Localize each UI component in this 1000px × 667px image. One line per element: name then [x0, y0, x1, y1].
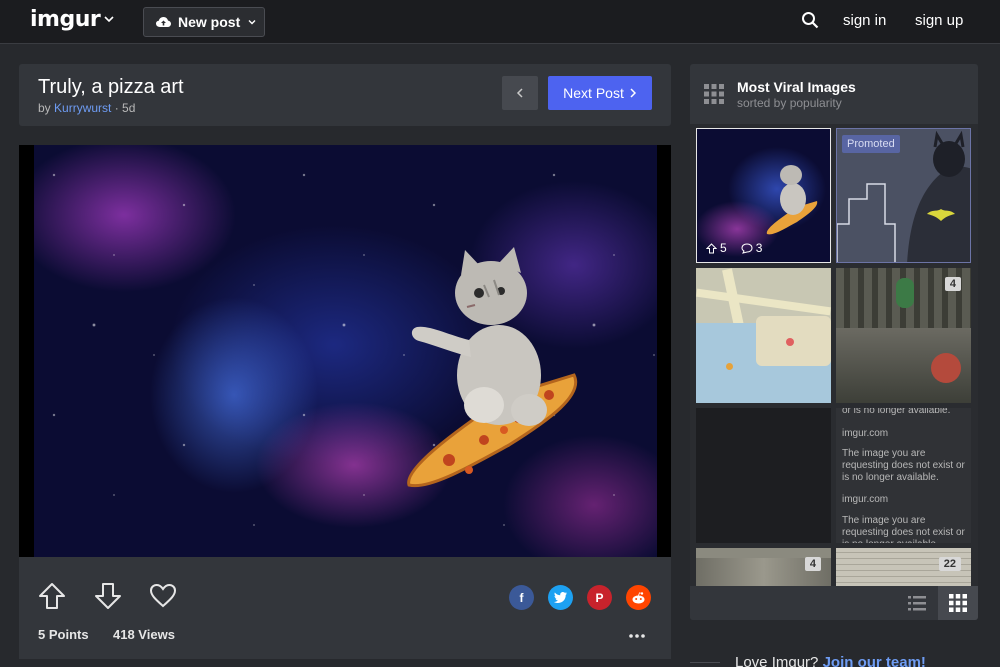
thumbnail-upvotes: 5 [706, 241, 727, 255]
unavailable-domain: imgur.com [842, 428, 889, 439]
tree-shape [931, 353, 961, 383]
divider [690, 662, 720, 663]
downvote-arrow-icon[interactable] [94, 582, 122, 610]
post-age: · 5d [114, 101, 136, 115]
list-view-icon[interactable] [908, 594, 926, 612]
cloud-upload-icon [156, 17, 171, 27]
post-image[interactable] [19, 145, 671, 557]
chevron-down-icon[interactable] [102, 12, 116, 26]
reddit-alien-glyph [632, 591, 645, 603]
sign-up-link[interactable]: sign up [915, 12, 963, 29]
image-count-badge: 22 [938, 557, 961, 571]
chevron-right-icon [630, 88, 636, 98]
pinterest-share-icon[interactable]: P [587, 585, 612, 610]
upvote-arrow-icon[interactable] [38, 582, 66, 610]
sidebar-subtitle: sorted by popularity [737, 96, 842, 110]
grid-icon [704, 84, 724, 104]
grid-icon [949, 594, 967, 612]
sign-in-link[interactable]: sign in [843, 12, 886, 29]
love-imgur-text: Love Imgur? [735, 654, 819, 667]
sidebar-title: Most Viral Images [737, 79, 856, 95]
comment-bubble-icon [741, 242, 753, 254]
thumbnail-promoted-batman[interactable]: Promoted [836, 128, 971, 263]
thumbnail-unavailable[interactable]: or is no longer available. imgur.com The… [836, 408, 971, 543]
facebook-share-icon[interactable]: f [509, 585, 534, 610]
image-count-badge: 4 [804, 557, 821, 571]
new-post-button[interactable]: New post [143, 7, 265, 37]
map-pin-icon [726, 363, 733, 370]
top-bar: imgur New post sign in sign up [0, 0, 1000, 44]
most-viral-sidebar: Most Viral Images sorted by popularity 5… [690, 64, 978, 620]
thumbnail-stone[interactable]: 4 [696, 548, 831, 586]
search-icon[interactable] [801, 11, 819, 29]
dragon-shape [896, 278, 914, 308]
twitter-share-icon[interactable] [548, 585, 573, 610]
cat-on-pizza-illustration [407, 247, 578, 488]
post-footer: f P 5 Points 418 Views [19, 557, 671, 659]
imgur-logo[interactable]: imgur [30, 7, 101, 32]
next-post-label: Next Post [563, 85, 624, 101]
upvote-arrow-icon [706, 242, 717, 253]
thumbnail-empty[interactable] [696, 408, 831, 543]
unavailable-text: The image you are requesting does not ex… [842, 448, 965, 483]
thumbnail-map[interactable] [696, 268, 831, 403]
author-link[interactable]: Kurrywurst [54, 101, 111, 115]
thumbnail-paper[interactable]: 22 [836, 548, 971, 586]
byline-by: by [38, 101, 51, 115]
post-byline: by Kurrywurst · 5d [38, 101, 135, 115]
reddit-share-icon[interactable] [626, 585, 651, 610]
points-count: 5 Points [38, 627, 89, 642]
space-background [34, 145, 657, 557]
map-road [696, 288, 831, 316]
twitter-bird-glyph [554, 592, 567, 603]
map-pin-icon [786, 338, 794, 346]
cat-pizza-mini-illustration [766, 165, 818, 235]
thumbnail-cat-pizza[interactable]: 5 3 [696, 128, 831, 263]
image-count-badge: 4 [944, 277, 961, 291]
thumbnail-album-art[interactable]: 4 [836, 268, 971, 403]
chevron-down-icon [248, 20, 256, 25]
sidebar-view-toggle [690, 586, 978, 620]
grid-view-button[interactable] [938, 586, 978, 620]
join-team-link[interactable]: Join our team! [823, 654, 926, 667]
thumbnail-comment-count: 3 [755, 241, 763, 255]
heart-favorite-icon[interactable] [149, 582, 177, 610]
next-post-button[interactable]: Next Post [548, 76, 652, 110]
chevron-left-icon [516, 88, 523, 98]
more-options-icon[interactable] [629, 633, 645, 639]
views-count: 418 Views [113, 627, 175, 642]
unavailable-text: or is no longer available. [842, 408, 951, 416]
join-team-banner: Love Imgur? Join our team! [735, 654, 926, 667]
unavailable-text: The image you are requesting does not ex… [842, 515, 965, 543]
new-post-label: New post [178, 14, 241, 30]
unavailable-domain: imgur.com [842, 494, 889, 505]
post-title: Truly, a pizza art [38, 76, 184, 98]
thumbnail-comments: 3 [741, 241, 763, 255]
promoted-badge: Promoted [842, 135, 900, 153]
thumbnail-stats: 5 3 [706, 241, 762, 255]
post-header: Truly, a pizza art by Kurrywurst · 5d Ne… [19, 64, 671, 126]
previous-post-button[interactable] [502, 76, 538, 110]
sidebar-header: Most Viral Images sorted by popularity [690, 64, 978, 122]
thumbnail-grid: 5 3 Promoted 4 or is no longer available… [690, 124, 978, 586]
thumbnail-upvote-count: 5 [720, 241, 727, 255]
